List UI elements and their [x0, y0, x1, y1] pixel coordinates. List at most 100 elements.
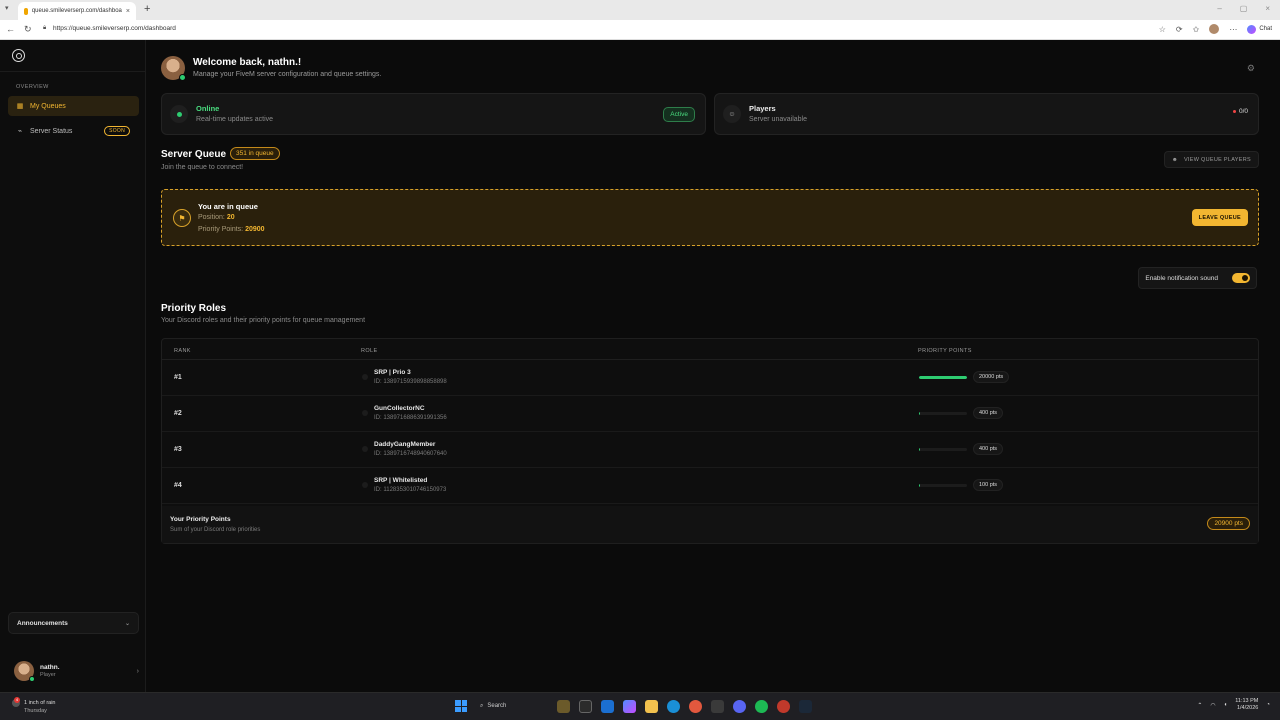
address-bar: ← ↻ 🔒︎ https://queue.smileverserp.com/da… — [0, 20, 1280, 40]
chat-label: Chat — [1259, 26, 1272, 32]
notification-bell-icon[interactable]: ◔ — [1266, 702, 1270, 708]
points-bar-fill — [919, 448, 921, 451]
leave-queue-button[interactable]: LEAVE QUEUE — [1191, 209, 1248, 226]
chevron-up-icon[interactable]: ⌃ — [1197, 702, 1202, 709]
discord-icon[interactable] — [733, 699, 746, 713]
sidebar-divider — [0, 71, 146, 72]
role-id: ID: 1389716886391991356 — [374, 415, 447, 421]
maximize-icon[interactable]: ▢ — [1240, 4, 1248, 13]
status-badge: Active — [663, 107, 695, 122]
role-rank: #2 — [174, 410, 182, 417]
wifi-icon[interactable]: ◠ — [1210, 702, 1215, 709]
players-icon: ☺ — [723, 105, 741, 123]
sidebar-item-my-queues[interactable]: ▦ My Queues — [8, 96, 139, 116]
copilot-app-icon[interactable] — [623, 699, 636, 713]
sidebar-section-title: OVERVIEW — [16, 84, 49, 90]
soon-badge: SOON — [104, 126, 130, 136]
table-row: #3 DaddyGangMember ID: 13897167489406076… — [162, 432, 1258, 468]
view-queue-players-button[interactable]: ☻ VIEW QUEUE PLAYERS — [1163, 151, 1259, 168]
role-icon — [362, 410, 368, 416]
taskbar-clock[interactable]: 11:13 PM 1/4/2026 — [1235, 698, 1258, 712]
activity-icon: ⌁ — [17, 128, 23, 135]
tab-list-icon[interactable]: ▾ — [5, 4, 9, 12]
clock-date: 1/4/2026 — [1236, 705, 1259, 711]
file-explorer-icon[interactable] — [645, 699, 658, 713]
sidebar-item-label: Server Status — [30, 127, 73, 135]
minimize-icon[interactable]: – — [1217, 4, 1221, 13]
priority-roles-title: Priority Roles — [161, 303, 227, 314]
points-bar — [919, 448, 967, 451]
favicon-icon — [24, 7, 28, 15]
position-label: Position: — [198, 214, 225, 221]
profile-avatar[interactable] — [1209, 24, 1220, 34]
weather-widget[interactable]: 4 1 inch of rain Thursday — [12, 697, 56, 715]
browser-tab[interactable]: queue.smileverserp.com/dashboa × — [18, 2, 136, 20]
sidebar-item-label: My Queues — [30, 102, 66, 110]
role-id: ID: 1128353010746150973 — [374, 487, 447, 493]
points-badge: 20000 pts — [973, 371, 1010, 383]
refresh-icon[interactable]: ↻ — [24, 24, 32, 35]
page-subtitle: Manage your FiveM server configuration a… — [193, 71, 382, 78]
app-icon[interactable] — [601, 699, 614, 713]
task-view-icon[interactable] — [579, 699, 592, 713]
close-window-icon[interactable]: × — [1265, 4, 1270, 13]
windows-taskbar: 4 1 inch of rain Thursday ⌕ Search ⌃ ◠ ◖ … — [0, 692, 1280, 720]
user-role: Player — [40, 672, 56, 678]
role-name: GunCollectorNC — [374, 405, 425, 412]
queue-card-title: You are in queue — [198, 202, 258, 211]
spotify-icon[interactable] — [755, 699, 768, 713]
table-row: #1 SRP | Prio 3 ID: 1389715939898858898 … — [162, 360, 1258, 396]
extensions-icon[interactable]: ⟳ — [1176, 25, 1183, 34]
players-card: ☺ Players Server unavailable 0/0 — [714, 93, 1259, 135]
user-name: nathn. — [40, 664, 60, 671]
queue-status-card: ⚑ You are in queue Position: 20 Priority… — [161, 189, 1259, 246]
chevron-down-icon: ⌄ — [124, 620, 130, 627]
main-content: Welcome back, nathn.! Manage your FiveM … — [161, 40, 1259, 692]
notification-sound-toggle[interactable] — [1232, 273, 1250, 283]
sidebar: OVERVIEW ▦ My Queues ⌁ Server Status SOO… — [0, 40, 146, 692]
new-tab-icon[interactable]: + — [144, 3, 150, 15]
app-icon[interactable] — [777, 699, 790, 713]
points-bar-fill — [919, 484, 921, 487]
online-dot-icon — [170, 105, 188, 123]
weather-badge: 4 — [14, 697, 20, 703]
points-bar-fill — [919, 376, 967, 379]
points-badge: 100 pts — [973, 479, 1004, 491]
points-bar — [919, 376, 967, 379]
weather-day: Thursday — [24, 708, 47, 714]
total-title: Your Priority Points — [170, 516, 231, 523]
online-status-card: Online Real-time updates active Active — [161, 93, 706, 135]
close-tab-icon[interactable]: × — [126, 8, 130, 15]
browser-tabbar: ▾ queue.smileverserp.com/dashboa × + – ▢… — [0, 0, 1280, 20]
player-count: 0/0 — [1232, 108, 1248, 115]
steam-icon[interactable] — [799, 699, 812, 713]
favorites-icon[interactable]: ✩ — [1193, 25, 1200, 34]
url-field[interactable]: https://queue.smileverserp.com/dashboard — [53, 25, 176, 32]
lock-icon[interactable]: 🔒︎ — [43, 25, 46, 32]
logo-icon[interactable] — [12, 49, 25, 62]
sidebar-item-server-status[interactable]: ⌁ Server Status SOON — [8, 121, 139, 141]
online-title: Online — [196, 104, 220, 113]
user-menu[interactable]: nathn. Player › — [14, 660, 139, 682]
queue-icon: ▦ — [16, 103, 24, 110]
gear-icon[interactable]: ⚙ — [1247, 63, 1255, 74]
taskbar-search[interactable]: ⌕ Search — [476, 699, 548, 713]
weather-text: 1 inch of rain — [24, 700, 56, 706]
widgets-icon[interactable] — [557, 699, 570, 713]
role-icon — [362, 446, 368, 452]
announcements-dropdown[interactable]: Announcements ⌄ — [8, 612, 139, 634]
copilot-chat-button[interactable]: Chat — [1247, 24, 1272, 34]
app-icon[interactable] — [711, 699, 724, 713]
firefox-icon[interactable] — [689, 699, 702, 713]
more-menu-icon[interactable]: ⋯ — [1229, 25, 1237, 34]
points-badge: 400 pts — [973, 407, 1004, 419]
role-id: ID: 1389715939898858898 — [374, 379, 447, 385]
total-points-badge: 20900 pts — [1207, 517, 1250, 530]
search-label: Search — [487, 703, 507, 709]
start-icon[interactable] — [455, 700, 467, 712]
volume-icon[interactable]: ◖ — [1224, 702, 1228, 708]
role-rank: #4 — [174, 482, 182, 489]
favorite-star-icon[interactable]: ☆ — [1159, 25, 1166, 34]
back-icon[interactable]: ← — [6, 24, 15, 34]
edge-icon[interactable] — [667, 699, 680, 713]
